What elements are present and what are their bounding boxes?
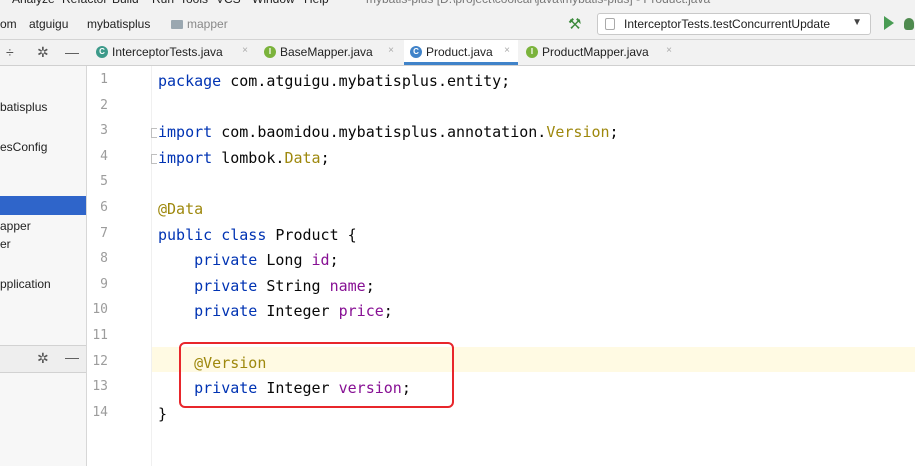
code-token: import (158, 123, 213, 142)
code-token: String (257, 276, 330, 295)
code-line: import lombok.Data; (158, 149, 330, 167)
code-line: } (158, 405, 167, 423)
code-token: private (194, 302, 258, 321)
code-token: price (338, 302, 384, 321)
code-token: name (329, 276, 366, 295)
code-token: com.atguigu.mybatisplus.entity; (221, 72, 511, 90)
highlight-annotation-box (179, 342, 454, 408)
code-line: import com.baomidou.mybatisplus.annotati… (158, 123, 619, 141)
code-token: @Data (158, 200, 204, 218)
code-token: } (158, 404, 168, 423)
code-line: private Integer price; (158, 302, 393, 320)
code-token: com.baomidou.mybatisplus.annotation. (212, 123, 547, 142)
code-token: private (194, 276, 258, 295)
code-line: public class Product { (158, 226, 357, 244)
code-token: Data (284, 148, 321, 167)
fold-marker-icon[interactable] (151, 128, 157, 139)
code-token: Integer (257, 302, 339, 321)
code-token: public class (158, 225, 267, 244)
code-token: ; (365, 276, 375, 295)
code-line: private String name; (158, 277, 375, 295)
code-token: Product { (266, 225, 357, 244)
code-token: id (311, 251, 330, 270)
code-line: @Data (158, 200, 203, 218)
code-token: import (158, 148, 213, 167)
code-token: Version (546, 123, 610, 142)
code-token: ; (609, 123, 619, 142)
fold-marker-icon[interactable] (151, 153, 157, 164)
code-token: ; (320, 148, 330, 167)
code-token: private (194, 251, 258, 270)
code-token: lombok. (212, 148, 285, 167)
code-line: package com.atguigu.mybatisplus.entity; (158, 72, 510, 90)
code-token: Long (257, 251, 312, 270)
code-token: package (158, 72, 222, 90)
code-editor[interactable]: package com.atguigu.mybatisplus.entity; i… (0, 0, 915, 466)
code-token: ; (383, 302, 393, 321)
code-token: ; (329, 251, 339, 270)
code-line: private Long id; (158, 251, 339, 269)
